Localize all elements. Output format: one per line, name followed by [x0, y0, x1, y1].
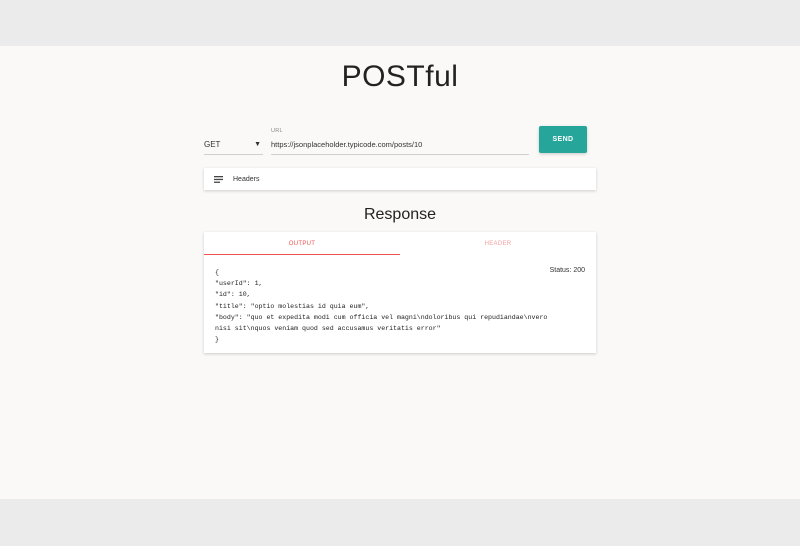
output-line: "title": "optio molestias id quia eum",	[215, 302, 370, 310]
headers-panel[interactable]: Headers	[204, 168, 596, 190]
url-input[interactable]: https://jsonplaceholder.typicode.com/pos…	[271, 135, 529, 155]
output-line: {	[215, 269, 219, 276]
headers-label: Headers	[233, 175, 260, 183]
response-card: OUTPUT HEADER Status: 200 { "userId": 1,…	[204, 232, 596, 353]
output-line: "id": 10,	[215, 291, 251, 299]
response-title: Response	[363, 206, 437, 223]
app-page: POSTful GET ▼ URL https://jsonplaceholde…	[0, 46, 800, 499]
method-select[interactable]: GET ▼	[204, 135, 263, 155]
status-text: Status: 200	[549, 267, 585, 274]
output-line: }	[215, 336, 219, 344]
active-tab-indicator	[204, 254, 400, 255]
response-output: { "userId": 1, "id": 10, "title": "optio…	[215, 267, 547, 345]
output-line: nisi sit\nquos veniam quod sed accusamus…	[215, 325, 441, 333]
tab-output[interactable]: OUTPUT	[204, 232, 400, 255]
response-tabs: OUTPUT HEADER	[204, 232, 596, 255]
url-label: URL	[271, 128, 283, 134]
list-icon	[214, 175, 223, 183]
output-line: "userId": 1,	[215, 280, 263, 288]
app-title: POSTful	[341, 60, 459, 93]
output-line: "body": "quo et expedita modi cum offici…	[215, 313, 548, 321]
method-value: GET	[204, 140, 221, 149]
send-button[interactable]: SEND	[539, 126, 587, 153]
caret-down-icon: ▼	[254, 141, 261, 148]
tab-header[interactable]: HEADER	[400, 232, 596, 255]
